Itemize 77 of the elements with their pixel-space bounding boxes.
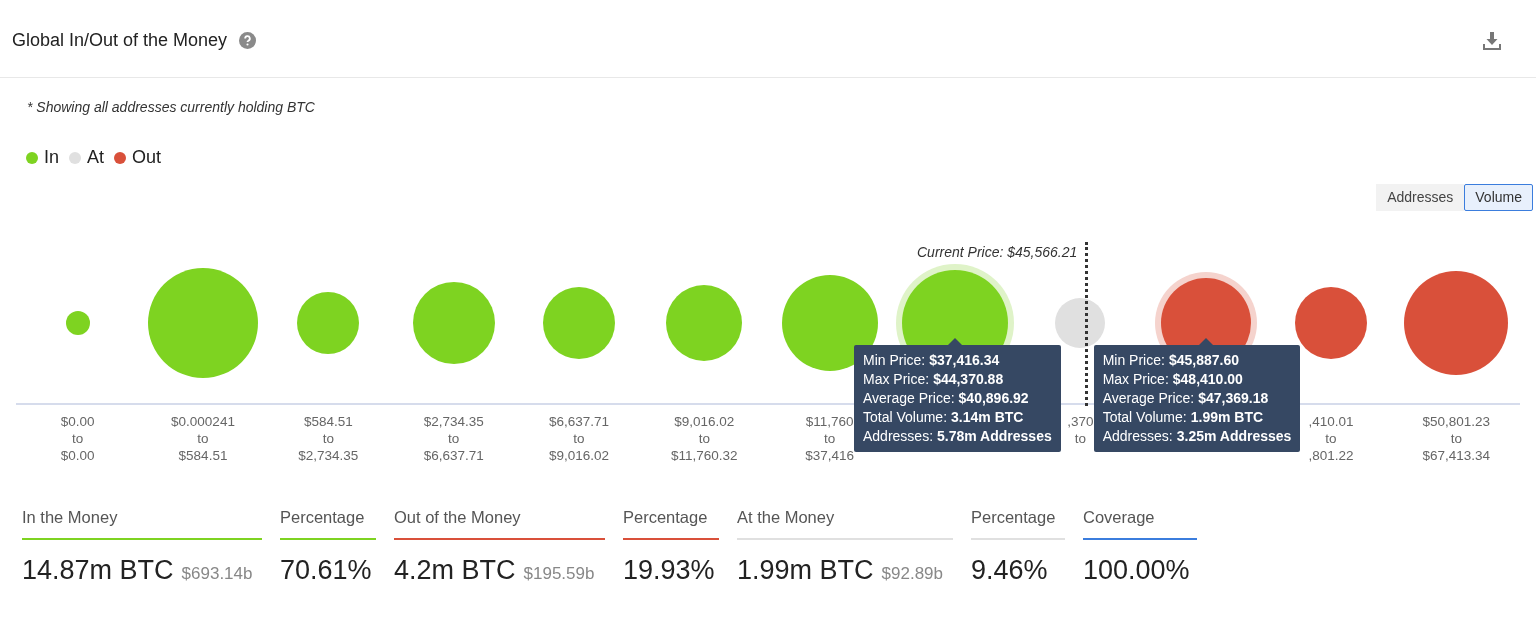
price-label: $67,413.34 — [1422, 447, 1491, 464]
tooltip-label: Average Price: — [863, 389, 955, 408]
tooltip-label: Max Price: — [1102, 370, 1169, 389]
price-label: $50,801.23 — [1422, 413, 1491, 430]
stat-value: 14.87m BTC — [22, 553, 174, 587]
tooltip-value: $47,369.18 — [1198, 389, 1269, 408]
tooltip-label: Total Volume: — [1102, 408, 1187, 427]
price-label: $11,760 — [805, 413, 854, 430]
range-to-label: to — [1450, 430, 1462, 447]
stat-value: 9.46% — [971, 553, 1048, 587]
price-label: ,801.22 — [1308, 447, 1354, 464]
current-price-label: Current Price: $45,566.21 — [917, 243, 1078, 262]
toggle-button[interactable]: Volume — [1464, 184, 1533, 211]
stat-value: 70.61% — [280, 553, 372, 587]
download-icon[interactable] — [1482, 30, 1502, 51]
tooltip-value: 5.78m Addresses — [937, 427, 1052, 446]
tooltip-label: Addresses: — [1102, 427, 1173, 446]
tooltip-label: Max Price: — [863, 370, 930, 389]
tooltip-value: $37,416.34 — [929, 351, 1000, 370]
range-to-label: to — [573, 430, 585, 447]
range-to-label: to — [698, 430, 710, 447]
price-label: ,370 — [1067, 413, 1094, 430]
price-label: $0.00 — [60, 413, 95, 430]
range-to-label: to — [72, 430, 84, 447]
range-to-label: to — [1074, 430, 1086, 447]
stat-label: Coverage — [1083, 507, 1156, 528]
range-to-label: to — [1325, 430, 1337, 447]
price-label: ,410.01 — [1308, 413, 1354, 430]
stat-value: 100.00% — [1083, 553, 1190, 587]
panel-title: Global In/Out of the Money — [12, 29, 228, 52]
stat-label: Percentage — [280, 507, 366, 528]
range-to-label: to — [448, 430, 460, 447]
stat-value: 19.93% — [623, 553, 715, 587]
range-to-label: to — [197, 430, 209, 447]
price-label: $584.51 — [303, 413, 353, 430]
stat-value: 1.99m BTC — [737, 553, 874, 587]
legend-label: At — [87, 146, 105, 169]
tooltip-label: Addresses: — [863, 427, 934, 446]
range-to-label: to — [824, 430, 836, 447]
legend-label: Out — [132, 146, 162, 169]
price-label: $2,734.35 — [298, 447, 359, 464]
tooltip-value: 3.14m BTC — [951, 408, 1024, 427]
tooltip-value: $40,896.92 — [958, 389, 1029, 408]
price-label: $0.000241 — [171, 413, 235, 430]
tooltip-value: $45,887.60 — [1168, 351, 1239, 370]
bubble[interactable] — [1055, 298, 1106, 348]
tooltip-label: Average Price: — [1102, 389, 1195, 408]
tooltip-value: $48,410.00 — [1172, 370, 1243, 389]
stat-subvalue: $693.14b — [181, 562, 253, 585]
price-label: $9,016.02 — [674, 413, 735, 430]
stat-label: Percentage — [971, 507, 1057, 528]
stat-label: At the Money — [737, 507, 836, 528]
legend-label: In — [44, 146, 59, 169]
toggle-button[interactable]: Addresses — [1376, 184, 1465, 211]
price-label: $37,416 — [805, 447, 855, 464]
help-icon[interactable] — [239, 32, 257, 49]
price-label: $0.00 — [60, 447, 95, 464]
stat-label: Percentage — [623, 507, 709, 528]
price-label: $6,637.71 — [548, 413, 610, 430]
stat-subvalue: $92.89b — [881, 562, 943, 585]
note-text: * Showing all addresses currently holding BTC — [27, 98, 316, 117]
price-label: $9,016.02 — [548, 447, 610, 464]
price-label: $2,734.35 — [423, 413, 484, 430]
price-label: $584.51 — [178, 447, 228, 464]
tooltip-value: 1.99m BTC — [1190, 408, 1264, 427]
stat-subvalue: $195.59b — [523, 562, 595, 585]
tooltip-label: Min Price: — [1102, 351, 1165, 370]
price-label: $11,760.32 — [671, 447, 738, 464]
price-label: $6,637.71 — [423, 447, 484, 464]
tooltip-value: 3.25m Addresses — [1176, 427, 1292, 446]
stat-label: In the Money — [22, 507, 119, 528]
tooltip-label: Min Price: — [863, 351, 926, 370]
stat-label: Out of the Money — [394, 507, 522, 528]
stat-value: 4.2m BTC — [394, 553, 516, 587]
range-to-label: to — [322, 430, 334, 447]
tooltip-label: Total Volume: — [863, 408, 948, 427]
tooltip-value: $44,370.88 — [933, 370, 1004, 389]
